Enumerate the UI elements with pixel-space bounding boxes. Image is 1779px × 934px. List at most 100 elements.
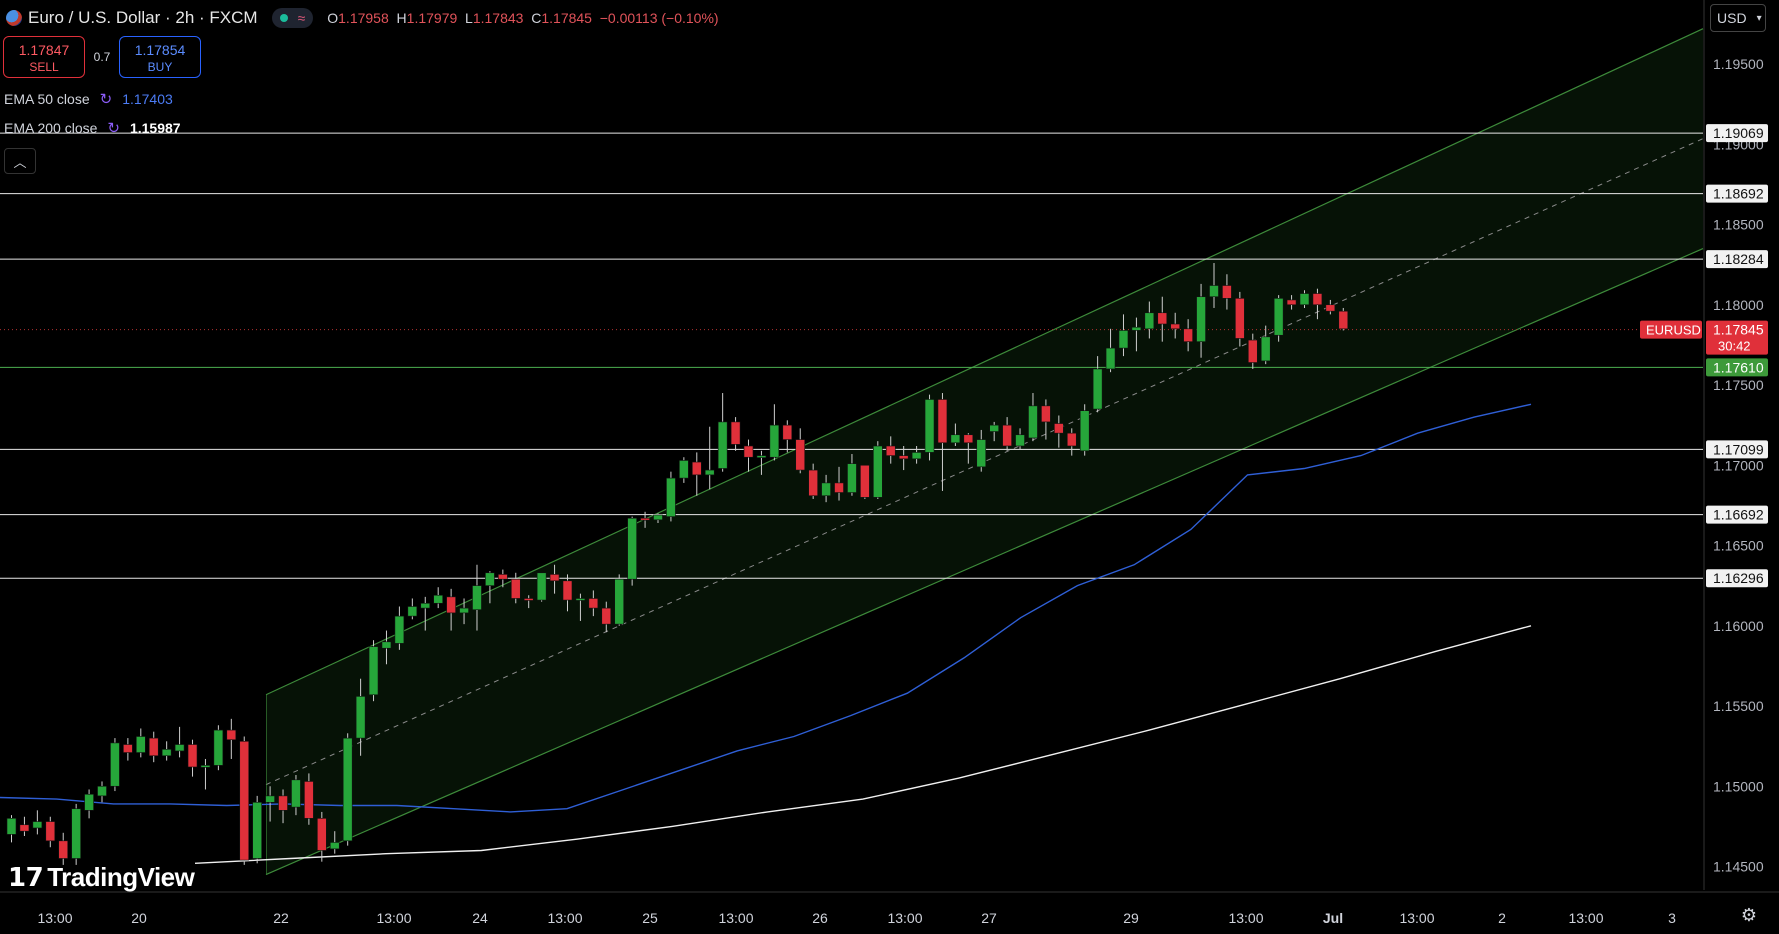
candle-body xyxy=(446,596,456,614)
candle-body xyxy=(950,434,961,444)
candle-body xyxy=(200,765,211,768)
candle xyxy=(782,420,793,453)
time-tick-label: 3 xyxy=(1668,910,1676,926)
candle-body xyxy=(97,785,107,797)
candle xyxy=(679,457,689,483)
level-tag-label: 1.18692 xyxy=(1713,186,1764,202)
candle-body xyxy=(989,424,999,432)
candle-body xyxy=(562,580,573,601)
candle-body xyxy=(795,439,806,471)
candle xyxy=(32,810,43,835)
candle-body xyxy=(355,696,366,739)
time-tick-label: 13:00 xyxy=(547,910,582,926)
candle-body xyxy=(743,445,754,458)
candle-body xyxy=(1054,423,1064,434)
candle-body xyxy=(1170,323,1180,330)
ohlc-values: O1.17958 H1.17979 L1.17843 C1.17845 −0.0… xyxy=(327,10,719,26)
candle xyxy=(58,832,69,865)
symbol-tag: EURUSD xyxy=(1640,320,1702,339)
buy-price: 1.17854 xyxy=(134,42,186,58)
candle xyxy=(239,736,250,865)
current-price-label: 1.17845 xyxy=(1713,322,1764,338)
indicator-ema200[interactable]: EMA 200 close ↻ 1.15987 xyxy=(4,119,181,137)
gear-icon[interactable]: ⚙ xyxy=(1738,905,1760,927)
candle xyxy=(342,733,353,846)
candle xyxy=(433,587,443,609)
candle-body xyxy=(6,818,17,835)
candle-body xyxy=(226,729,237,741)
candle-body xyxy=(317,818,327,851)
candle-body xyxy=(394,615,405,644)
candle-body xyxy=(1325,304,1336,312)
candle-body xyxy=(860,464,870,498)
candle-body xyxy=(161,749,172,757)
indicator-label: EMA 200 close xyxy=(4,120,98,136)
time-tick-label: 13:00 xyxy=(1399,910,1434,926)
time-tick-label: 13:00 xyxy=(376,910,411,926)
candle-body xyxy=(381,641,392,649)
candle-body xyxy=(640,517,650,521)
candle-body xyxy=(821,482,831,497)
candle-body xyxy=(666,477,676,517)
candle-body xyxy=(601,607,612,625)
collapse-legend-button[interactable]: ︿ xyxy=(4,148,36,174)
candle-body xyxy=(329,842,340,850)
chart-header: Euro / U.S. Dollar · 2h · FXCM ≈ O1.1795… xyxy=(0,6,719,30)
candle-body xyxy=(1183,328,1193,342)
symbol-tag-label: EURUSD xyxy=(1646,323,1701,338)
level-price-tag: 1.19069 xyxy=(1706,124,1768,143)
candle-body xyxy=(304,781,314,819)
candle-body xyxy=(498,574,508,580)
time-tick-label: 13:00 xyxy=(1228,910,1263,926)
candle-body xyxy=(1299,293,1310,306)
candle xyxy=(627,516,637,586)
time-tick-label: 24 xyxy=(472,910,488,926)
open-value: 1.17958 xyxy=(338,10,389,26)
logo-text: TradingView xyxy=(47,862,195,892)
candle xyxy=(161,741,172,761)
time-tick-label: Jul xyxy=(1323,910,1343,926)
candle-body xyxy=(782,424,793,440)
currency-value: USD xyxy=(1717,10,1747,26)
buy-button[interactable]: 1.17854 BUY xyxy=(119,36,201,78)
indicator-ema50[interactable]: EMA 50 close ↻ 1.17403 xyxy=(4,90,173,108)
candle-body xyxy=(58,840,69,859)
candle xyxy=(123,738,133,761)
candle xyxy=(704,426,715,490)
close-value: 1.17845 xyxy=(541,10,592,26)
candle-body xyxy=(924,399,935,453)
sell-button[interactable]: 1.17847 SELL xyxy=(3,36,85,78)
level-price-tag: 1.16692 xyxy=(1706,505,1768,524)
candle xyxy=(6,815,17,843)
indicator-value: 1.15987 xyxy=(129,120,181,136)
candle xyxy=(407,598,418,620)
currency-select[interactable]: USD ▾ xyxy=(1710,4,1766,32)
candle xyxy=(1235,291,1245,347)
price-chart[interactable]: 1.195001.190001.185001.180001.175001.170… xyxy=(0,0,1779,934)
change-value: −0.00113 (−0.10%) xyxy=(599,10,719,26)
symbol-title[interactable]: Euro / U.S. Dollar · 2h · FXCM xyxy=(28,8,258,28)
candle-body xyxy=(1222,285,1232,299)
time-tick-label: 20 xyxy=(131,910,147,926)
channel-lower xyxy=(265,248,1704,876)
candle-body xyxy=(420,602,431,609)
time-tick-label: 25 xyxy=(642,910,658,926)
candle-body xyxy=(510,578,521,599)
loading-icon: ↻ xyxy=(107,120,120,137)
candle xyxy=(19,816,30,837)
candle xyxy=(213,725,224,771)
candle xyxy=(730,417,741,451)
candle-body xyxy=(1196,296,1206,342)
candle-body xyxy=(291,779,301,808)
time-tick-label: 29 xyxy=(1123,910,1139,926)
candle xyxy=(924,394,935,461)
candle xyxy=(97,781,107,803)
market-status[interactable]: ≈ xyxy=(271,8,314,28)
sell-label: SELL xyxy=(29,60,59,74)
candle xyxy=(743,439,754,472)
price-tick-label: 1.17000 xyxy=(1713,457,1764,473)
time-axis[interactable]: 13:00 20 22 13:00 24 13:00 25 13:00 26 13:00 27 29 1… xyxy=(0,891,1779,934)
candle-body xyxy=(19,824,30,832)
candle-body xyxy=(1338,310,1349,330)
candle-body xyxy=(976,439,987,468)
